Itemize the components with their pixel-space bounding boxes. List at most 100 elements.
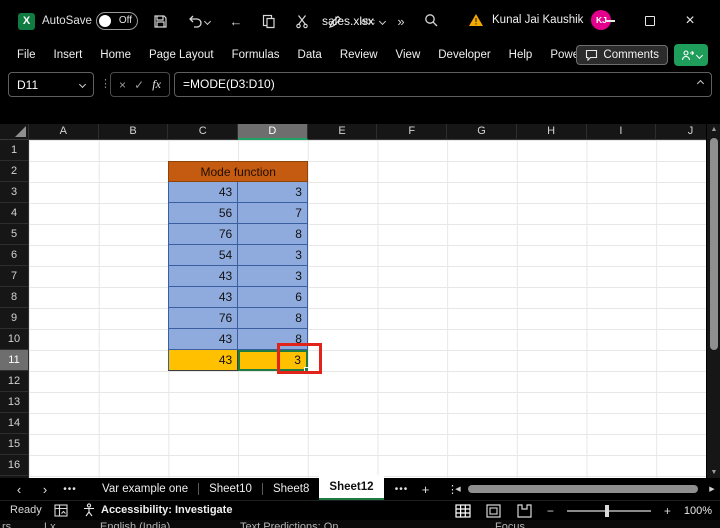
zoom-in-button[interactable]: + [664,504,671,518]
row-header-16[interactable]: 16 [0,455,29,476]
row-header-6[interactable]: 6 [0,245,29,266]
cell-c5[interactable]: 76 [168,224,239,245]
row-header-13[interactable]: 13 [0,392,29,413]
page-layout-view-button[interactable] [485,503,503,519]
cell-c4[interactable]: 56 [168,203,239,224]
row-header-2[interactable]: 2 [0,161,29,182]
tab-developer[interactable]: Developer [429,42,499,68]
undo-button[interactable] [183,11,213,31]
formula-input[interactable]: =MODE(D3:D10) [174,72,712,97]
row-header-11-selected[interactable]: 11 [0,350,29,371]
insert-function-button[interactable]: fx [152,77,161,92]
row-header-1[interactable]: 1 [0,140,29,161]
cell-d5[interactable]: 8 [238,224,308,245]
comments-button[interactable]: Comments [576,45,668,65]
horizontal-scrollbar[interactable]: ◀ ▶ [452,482,718,496]
copy-button[interactable] [259,11,279,31]
row-header-7[interactable]: 7 [0,266,29,287]
undo-dropdown-chevron-icon[interactable] [203,17,211,25]
vertical-scrollbar[interactable]: ▲ ▼ [706,124,720,478]
column-header-i[interactable]: I [586,124,657,140]
tab-data[interactable]: Data [289,42,331,68]
tab-home[interactable]: Home [91,42,140,68]
horizontal-scrollbar-track[interactable] [464,484,706,494]
row-header-9[interactable]: 9 [0,308,29,329]
row-header-14[interactable]: 14 [0,413,29,434]
column-header-b[interactable]: B [98,124,169,140]
row-header-8[interactable]: 8 [0,287,29,308]
sheet-tab-var-example-one[interactable]: Var example one [92,478,198,500]
tab-page-layout[interactable]: Page Layout [140,42,223,68]
user-name[interactable]: Kunal Jai Kaushik [492,14,583,26]
save-button[interactable] [150,11,170,31]
cell-c10[interactable]: 43 [168,329,239,350]
cell-c7[interactable]: 43 [168,266,239,287]
cell-c6[interactable]: 54 [168,245,239,266]
share-button[interactable] [674,44,708,66]
sheet-nav-right-button[interactable]: › [32,482,58,497]
cell-d8[interactable]: 6 [238,287,308,308]
sheet-nav-left-button[interactable]: ‹ [6,482,32,497]
tab-insert[interactable]: Insert [45,42,92,68]
cell-d3[interactable]: 3 [238,182,308,203]
cell-c8[interactable]: 43 [168,287,239,308]
column-header-h[interactable]: H [516,124,587,140]
row-header-12[interactable]: 12 [0,371,29,392]
column-header-d-selected[interactable]: D [238,124,308,140]
sheet-overflow-button[interactable]: ••• [390,484,414,495]
tab-review[interactable]: Review [331,42,387,68]
row-header-4[interactable]: 4 [0,203,29,224]
cell-c11[interactable]: 43 [168,350,239,371]
enter-button[interactable]: ✓ [134,78,144,92]
arrow-left-button[interactable]: ← [226,11,246,31]
collapse-formula-bar-icon[interactable] [696,79,705,88]
cut-button[interactable] [292,11,312,31]
select-all-button[interactable] [0,124,29,140]
sheet-list-button[interactable]: ••• [58,484,82,495]
scroll-up-icon[interactable]: ▲ [707,126,720,133]
cell-d4[interactable]: 7 [238,203,308,224]
zoom-level[interactable]: 100% [684,505,712,517]
minimize-button[interactable] [590,0,630,42]
normal-view-button[interactable] [454,503,472,519]
more-commands-button[interactable]: » [391,11,411,31]
tab-help[interactable]: Help [500,42,542,68]
column-header-f[interactable]: F [377,124,448,140]
sheet-tab-sheet8[interactable]: Sheet8 [263,478,319,500]
zoom-slider-thumb[interactable] [604,505,609,517]
row-header-3[interactable]: 3 [0,182,29,203]
column-header-e[interactable]: E [307,124,378,140]
accessibility-status[interactable]: Accessibility: Investigate [82,503,232,517]
page-break-preview-button[interactable] [516,503,534,519]
sheet-tab-sheet10[interactable]: Sheet10 [199,478,262,500]
warning-icon[interactable] [468,13,484,27]
excel-app-icon[interactable]: X [18,13,35,30]
add-sheet-button[interactable]: + [414,482,438,497]
column-header-a[interactable]: A [29,124,99,140]
document-title[interactable]: sales.xlsx [322,14,387,28]
cell-c9[interactable]: 76 [168,308,239,329]
tab-view[interactable]: View [387,42,430,68]
row-header-5[interactable]: 5 [0,224,29,245]
horizontal-scrollbar-thumb[interactable] [468,485,698,493]
scroll-down-icon[interactable]: ▼ [707,469,720,476]
row-header-15[interactable]: 15 [0,434,29,455]
name-box[interactable]: D11 [8,72,94,97]
cells-area[interactable]: Mode function 43 3 56 7 76 8 54 3 43 3 43 6 76… [29,140,706,478]
cancel-button[interactable]: × [119,78,126,92]
scroll-left-icon[interactable]: ◀ [452,485,464,493]
column-header-g[interactable]: G [447,124,517,140]
close-button[interactable]: × [670,0,710,42]
tab-formulas[interactable]: Formulas [223,42,289,68]
column-header-c[interactable]: C [168,124,239,140]
cell-d9[interactable]: 8 [238,308,308,329]
tab-file[interactable]: File [8,42,45,68]
zoom-slider[interactable] [566,505,651,517]
zoom-out-button[interactable]: − [547,504,554,518]
sheet-tab-sheet12-active[interactable]: Sheet12 [319,474,384,500]
cell-d7[interactable]: 3 [238,266,308,287]
search-button[interactable] [424,13,438,27]
cell-d6[interactable]: 3 [238,245,308,266]
row-header-10[interactable]: 10 [0,329,29,350]
maximize-button[interactable] [630,0,670,42]
